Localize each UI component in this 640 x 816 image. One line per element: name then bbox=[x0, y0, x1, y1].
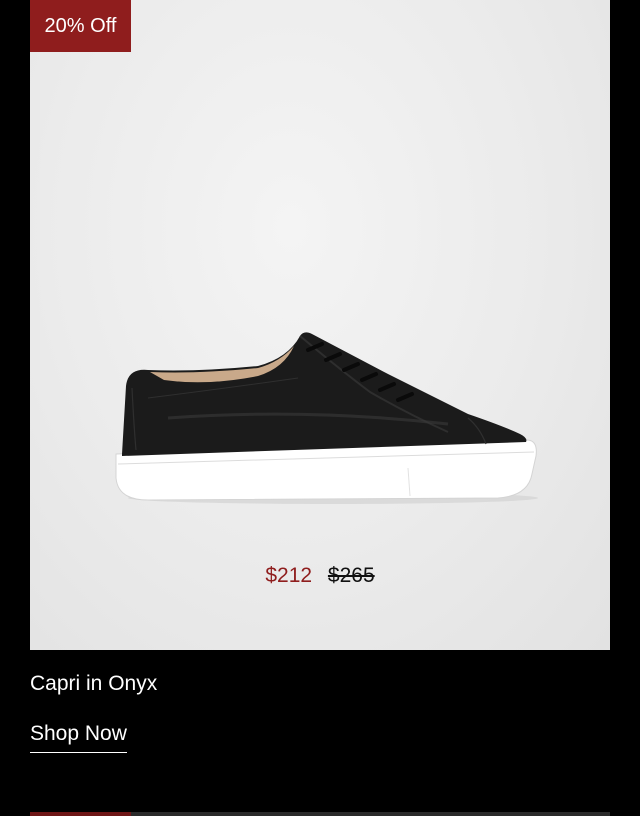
price-row: $212 $265 bbox=[30, 562, 610, 590]
next-card-badge-edge bbox=[30, 812, 131, 816]
sale-price: $212 bbox=[265, 564, 313, 587]
shop-now-link[interactable]: Shop Now bbox=[30, 720, 127, 753]
product-name[interactable]: Capri in Onyx bbox=[30, 670, 157, 698]
next-product-card[interactable] bbox=[30, 812, 610, 816]
product-card-image[interactable]: 20% Off $212 $265 bbox=[30, 0, 610, 650]
original-price: $265 bbox=[327, 564, 375, 587]
discount-badge: 20% Off bbox=[30, 0, 131, 52]
sneaker-product-image[interactable] bbox=[108, 328, 538, 508]
